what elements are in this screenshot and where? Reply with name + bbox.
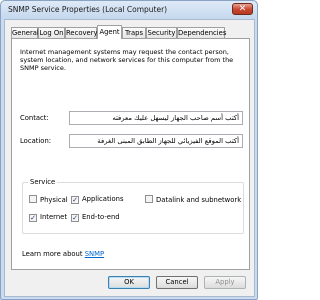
- checkbox-label: Internet: [40, 213, 67, 221]
- tab-security[interactable]: Security: [146, 27, 177, 38]
- agent-description: Internet management systems may request …: [20, 48, 234, 72]
- location-field[interactable]: أكتب الموقع الفيزيائي للجهاز الطابق المب…: [69, 134, 243, 148]
- tab-dependencies[interactable]: Dependencies: [177, 27, 226, 38]
- learn-more: Learn more about SNMP: [22, 250, 104, 258]
- unchecked-box-icon: [29, 195, 37, 203]
- tab-traps[interactable]: Traps: [122, 27, 146, 38]
- tab-recovery[interactable]: Recovery: [65, 27, 98, 38]
- checkmark-icon: ✓: [29, 214, 37, 222]
- title-bar[interactable]: SNMP Service Properties (Local Computer)…: [1, 1, 257, 19]
- checkmark-icon: ✓: [71, 214, 79, 222]
- physical-checkbox[interactable]: Physical: [29, 195, 68, 204]
- learn-more-text: Learn more about: [22, 250, 83, 258]
- end-to-end-checkbox[interactable]: ✓ End-to-end: [71, 213, 120, 222]
- location-label: Location:: [20, 137, 52, 145]
- checkmark-icon: ✓: [71, 196, 79, 204]
- agent-panel: Internet management systems may request …: [11, 38, 250, 270]
- checkbox-label: Datalink and subnetwork: [156, 196, 242, 204]
- tab-agent[interactable]: Agent: [97, 25, 122, 39]
- snmp-help-link[interactable]: SNMP: [85, 250, 104, 258]
- close-icon: ✕: [238, 4, 247, 14]
- tab-general[interactable]: General: [11, 27, 39, 38]
- datalink-checkbox[interactable]: Datalink and subnetwork: [145, 195, 241, 204]
- properties-window: SNMP Service Properties (Local Computer)…: [0, 0, 258, 300]
- service-group-title: Service: [28, 178, 58, 186]
- cancel-button[interactable]: Cancel: [156, 276, 198, 289]
- unchecked-box-icon: [145, 195, 153, 203]
- close-button[interactable]: ✕: [232, 3, 253, 15]
- service-group: Service Physical ✓ Applications Datalink …: [22, 178, 244, 234]
- dialog-body: General Log On Recovery Agent Traps Secu…: [4, 19, 255, 297]
- tab-log-on[interactable]: Log On: [38, 27, 65, 38]
- window-title: SNMP Service Properties (Local Computer): [8, 5, 168, 14]
- checkbox-label: Applications: [82, 195, 124, 203]
- contact-label: Contact:: [20, 114, 49, 122]
- ok-button[interactable]: OK: [108, 276, 150, 289]
- internet-checkbox[interactable]: ✓ Internet: [29, 213, 67, 222]
- checkbox-label: End-to-end: [82, 213, 120, 221]
- apply-button[interactable]: Apply: [204, 276, 246, 289]
- applications-checkbox[interactable]: ✓ Applications: [71, 195, 124, 204]
- contact-field[interactable]: أكتب أسم صاحب الجهاز ليسهل عليك معرفته: [69, 111, 243, 125]
- checkbox-label: Physical: [40, 196, 68, 204]
